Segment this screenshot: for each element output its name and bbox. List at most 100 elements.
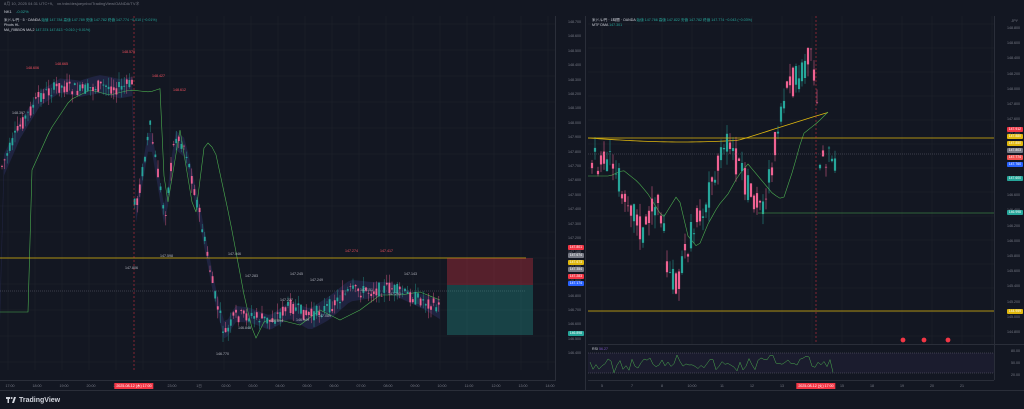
candle-body	[707, 182, 711, 208]
price-tick: 146.800	[568, 293, 581, 298]
right-time-axis[interactable]: 57810:001112131415181920212025-08-12 (火)…	[588, 380, 994, 390]
currency-label: JPY	[1011, 19, 1018, 23]
candle-body	[326, 303, 328, 306]
candle-body	[653, 207, 657, 216]
candle-body	[617, 168, 621, 192]
high-callout: 148.612	[173, 88, 186, 92]
candle-body	[626, 205, 630, 207]
price-tick: 147.700	[568, 164, 581, 168]
candle-body	[154, 154, 157, 158]
candle-body	[593, 147, 597, 152]
candle-body	[767, 169, 771, 183]
candle-body	[172, 144, 175, 146]
price-label: 147.293	[388, 292, 401, 296]
candle-body	[97, 80, 100, 92]
tradingview-logo[interactable]: TradingView	[6, 395, 60, 405]
candle-body	[644, 216, 648, 225]
price-tick: 146.700	[568, 308, 581, 312]
price-label: 147.143	[404, 272, 417, 276]
candle-body	[683, 244, 687, 251]
candle-body	[411, 299, 414, 303]
time-tick: 17:00	[5, 384, 15, 388]
right-chart-pane[interactable]: 米ドル/円 · 1時間 · OANDA 始値 147.766 高値 147.82…	[588, 16, 1024, 390]
candle-body	[94, 89, 97, 91]
time-tick: 13	[780, 384, 784, 388]
price-tick: 148.500	[568, 48, 581, 53]
price-tick: 148.100	[568, 106, 581, 111]
price-tag: 147.600	[1006, 176, 1023, 181]
rsi-line-plot	[588, 352, 994, 374]
left-candles-plot[interactable]	[0, 16, 556, 380]
left-price-axis[interactable]: 148.700 148.600 148.500 148.400 148.300 148.2…	[555, 16, 585, 390]
price-tick: 148.000	[1007, 86, 1020, 91]
candle-body	[764, 198, 768, 200]
candle-body	[716, 155, 720, 171]
price-tag: 147.912	[1006, 127, 1023, 132]
symbol-row: NK1 -0.02%	[0, 8, 1024, 16]
status-line: 8月 10, 2025 04:31 UTC+9、 xn.trdn/desjoey…	[4, 1, 140, 6]
candle-body	[198, 207, 201, 213]
candle-body	[611, 163, 615, 169]
low-callout: 147.046	[228, 252, 241, 256]
low-callout: 147.598	[160, 254, 173, 258]
right-indicator[interactable]: MTF DMA 147.301	[592, 23, 752, 28]
high-callout: 148.579	[122, 50, 135, 54]
candle-body	[131, 79, 133, 85]
candle-body	[42, 93, 45, 99]
candle-body	[157, 168, 159, 178]
candle-body	[734, 148, 738, 175]
candle-body	[731, 148, 735, 152]
price-tick: 146.600	[568, 322, 581, 327]
rsi-label: RSI 56.27	[592, 347, 608, 351]
candle-body	[253, 316, 256, 319]
price-tick: 146.400	[568, 351, 581, 356]
candle-body	[797, 78, 801, 90]
rsi-band-fill	[588, 353, 994, 373]
right-candles-plot[interactable]	[588, 16, 994, 344]
time-tick: 1日	[196, 384, 202, 388]
price-tick: 144.800	[1007, 330, 1020, 334]
candle-body	[3, 159, 6, 161]
event-marker-icon	[945, 337, 951, 343]
price-tick: 147.400	[568, 207, 581, 212]
candle-body	[809, 48, 813, 50]
price-tag: 147.174	[567, 281, 584, 286]
candle-body	[323, 305, 326, 312]
price-tag: 147.801	[567, 245, 584, 250]
candle-body	[206, 251, 209, 256]
low-callout: 146.770	[216, 352, 229, 356]
candle-body	[245, 313, 248, 321]
candle-body	[99, 81, 102, 84]
left-chart-pane[interactable]: 米ドル/円 · 5 · OANDA 始値 147.784 高値 147.789 …	[0, 16, 586, 390]
candle-body	[240, 310, 243, 312]
price-tick: 145.600	[1007, 269, 1020, 274]
candle-body	[827, 147, 831, 149]
status-bar: 8月 10, 2025 04:31 UTC+9、 xn.trdn/desjoey…	[0, 0, 1024, 8]
candle-body	[164, 215, 167, 216]
candle-body	[380, 295, 383, 297]
candle-body	[620, 194, 624, 199]
symbol-label[interactable]: NK1	[4, 9, 12, 14]
candle-body	[27, 111, 29, 113]
candle-body	[146, 136, 149, 141]
candle-body	[211, 276, 214, 284]
price-tag: 146.998	[1006, 210, 1023, 215]
time-tick: 09:00	[410, 384, 420, 388]
candle-body	[297, 303, 300, 306]
candle-body	[746, 175, 750, 201]
candle-body	[102, 84, 105, 86]
low-callout: 147.806	[125, 266, 138, 270]
left-indicator-2[interactable]: MA_RIBBON MA,2 147.374 147.813 −0.010 (−…	[4, 28, 157, 33]
rsi-pane[interactable]: RSI 56.27	[588, 344, 994, 380]
price-tick: 147.900	[568, 135, 581, 140]
candle-body	[788, 76, 792, 86]
candle-body	[8, 142, 11, 151]
candle-body	[162, 205, 165, 209]
candle-body	[375, 288, 378, 296]
time-tick: 02:00	[221, 384, 231, 388]
left-time-axis[interactable]: 17:0018:0019:0020:0021:0022:0023:001日02:…	[0, 380, 556, 390]
candle-body	[596, 170, 600, 175]
candle-body	[409, 292, 412, 303]
time-tick: 14:00	[545, 384, 555, 388]
right-price-axis[interactable]: JPY 148.800 148.600 148.400 148.200 148.000 1…	[994, 16, 1024, 344]
